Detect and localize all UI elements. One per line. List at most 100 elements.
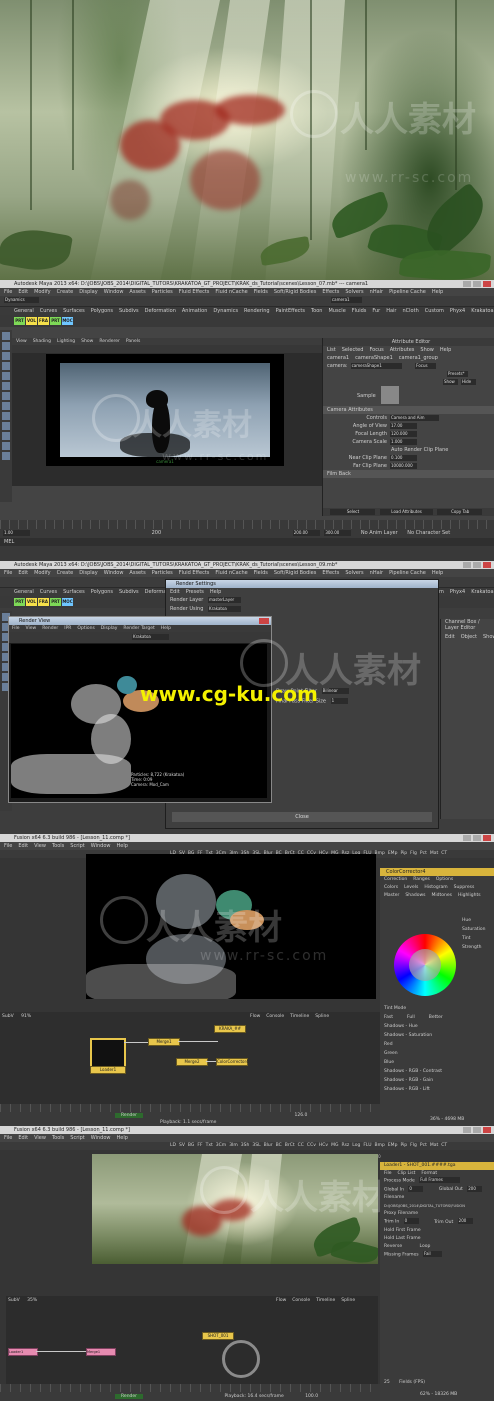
menu-item-soft-rigid-bodies[interactable]: Soft/Rigid Bodies: [274, 570, 316, 576]
menu-item-solvers[interactable]: Solvers: [345, 289, 363, 295]
tool-tab-correction[interactable]: Correction: [384, 877, 407, 882]
flow-tab-flow[interactable]: Flow: [250, 1014, 260, 1019]
subview-label[interactable]: SubV: [8, 1298, 20, 1303]
channel-tab-shadows[interactable]: Shadows: [405, 893, 425, 898]
control-shadows-rgb-gain[interactable]: Shadows - RGB - Gain: [384, 1076, 484, 1085]
tool-button-3cm[interactable]: 3Cm: [216, 1143, 226, 1148]
tool-button-blur[interactable]: Blur: [264, 1143, 273, 1148]
attr-tab-camera1[interactable]: camera1: [327, 355, 349, 361]
node-kraka[interactable]: KRAKA_##: [214, 1025, 246, 1033]
tool-button-pip[interactable]: Pip: [400, 1143, 407, 1148]
flow-view[interactable]: Flow Console Timeline Spline SubV 91% KRAKA…: [0, 1012, 380, 1104]
hide-button[interactable]: Hide: [461, 378, 476, 385]
attr-tab-camerashape1[interactable]: cameraShape1: [355, 355, 393, 361]
menu-item-window[interactable]: Window: [91, 843, 111, 849]
focal-field[interactable]: 120.000: [390, 430, 417, 437]
shelf-tab-subdivs[interactable]: Subdivs: [119, 308, 139, 314]
tool-button-rsz[interactable]: Rsz: [341, 1143, 349, 1148]
flow-view[interactable]: SubV 35% Flow Console Timeline Spline SHOT_…: [6, 1296, 378, 1384]
layout-outliner-icon[interactable]: [2, 432, 10, 440]
channel-tab-highlights[interactable]: Highlights: [458, 893, 481, 898]
flow-tab-console[interactable]: Console: [292, 1298, 310, 1303]
menu-item-file[interactable]: File: [4, 843, 12, 849]
menu-item-pipeline-cache[interactable]: Pipeline Cache: [389, 289, 426, 295]
panel-menu-item-renderer[interactable]: Renderer: [99, 339, 120, 344]
menu-item-script[interactable]: Script: [70, 843, 85, 849]
shelf-tab-painteffects[interactable]: PaintEffects: [276, 308, 305, 314]
close-button[interactable]: [483, 562, 491, 568]
sub-tab-suppress[interactable]: Suppress: [454, 885, 475, 890]
control-shadows-rgb-contrast[interactable]: Shadows - RGB - Contrast: [384, 1067, 484, 1076]
shelf-tab-fur[interactable]: Fur: [372, 308, 380, 314]
shelf-button-fra[interactable]: FRA: [38, 598, 49, 606]
tool-button-flg[interactable]: Flg: [410, 851, 417, 856]
tool-button-brct[interactable]: BrCt: [285, 1143, 295, 1148]
near-field[interactable]: 0.100: [390, 454, 417, 461]
channel-menu-item-show[interactable]: Show: [483, 634, 494, 640]
tool-button-3sl[interactable]: 3SL: [252, 1143, 260, 1148]
menu-item-view[interactable]: View: [34, 1135, 46, 1141]
tool-button-mg[interactable]: MG: [331, 1143, 338, 1148]
attr-menu-item-attributes[interactable]: Attributes: [390, 347, 415, 353]
shelf-button-vol[interactable]: VOL: [26, 598, 37, 606]
render-view-menu-item-options[interactable]: Options: [77, 626, 94, 631]
shelf-button-moc[interactable]: MOC: [62, 598, 73, 606]
subview-label[interactable]: SubV: [2, 1014, 14, 1019]
control-red[interactable]: Red: [384, 1040, 484, 1049]
shelf-button-prt[interactable]: PRT: [50, 317, 61, 325]
lasso-tool-icon[interactable]: [2, 342, 10, 350]
tool-button-log[interactable]: Log: [352, 1143, 360, 1148]
render-using-dropdown[interactable]: Krakatoa: [207, 605, 241, 612]
menu-item-nhair[interactable]: nHair: [370, 289, 383, 295]
channel-tab-master[interactable]: Master: [384, 893, 399, 898]
menu-item-help[interactable]: Help: [117, 1135, 128, 1141]
menu-item-particles[interactable]: Particles: [152, 570, 173, 576]
tool-button-ct[interactable]: CT: [441, 851, 447, 856]
range-a-field[interactable]: 200.00: [292, 529, 320, 536]
render-view-menu-item-display[interactable]: Display: [101, 626, 118, 631]
tool-button-mat[interactable]: Mat: [430, 1143, 438, 1148]
menu-item-modify[interactable]: Modify: [34, 570, 51, 576]
menu-item-edit[interactable]: Edit: [18, 843, 28, 849]
select-tool-icon[interactable]: [2, 332, 10, 340]
select-button[interactable]: Select: [330, 508, 375, 515]
render-canvas[interactable]: Particles: 8,722 (Krakatoa) Time: 0:09 Cam…: [11, 644, 267, 798]
layout-single-icon[interactable]: [2, 402, 10, 410]
menu-item-edit[interactable]: Edit: [18, 570, 28, 576]
menu-item-edit[interactable]: Edit: [18, 1135, 28, 1141]
tool-button-sv[interactable]: SV: [179, 1143, 185, 1148]
minimize-button[interactable]: [463, 835, 471, 841]
maximize-button[interactable]: [473, 1127, 481, 1133]
minimize-button[interactable]: [463, 562, 471, 568]
tool-header[interactable]: Loader1 - SHOT_001.####.tga: [380, 1162, 494, 1170]
close-button[interactable]: [483, 281, 491, 287]
time-slider[interactable]: 1.00 200 200.00 300.00 No Anim Layer No …: [0, 520, 494, 561]
shelf-tab-ncloth[interactable]: nCloth: [403, 308, 419, 314]
attr-menu-item-show[interactable]: Show: [420, 347, 434, 353]
tool-button-emp[interactable]: EMp: [388, 851, 398, 856]
tool-button-bc[interactable]: BC: [276, 1143, 282, 1148]
process-mode-dropdown[interactable]: Full Frames: [419, 1177, 461, 1183]
format-tab-file[interactable]: File: [384, 1171, 392, 1176]
menu-item-view[interactable]: View: [34, 843, 46, 849]
close-button[interactable]: [483, 835, 491, 841]
minimize-button[interactable]: [463, 1127, 471, 1133]
move-tool-icon[interactable]: [2, 362, 10, 370]
menu-item-help[interactable]: Help: [432, 289, 443, 295]
attr-menu-item-selected[interactable]: Selected: [342, 347, 364, 353]
render-view-menu-item-render-target[interactable]: Render Target: [123, 626, 154, 631]
tool-button-cc[interactable]: CC: [298, 1143, 304, 1148]
tool-button-3sh[interactable]: 3Sh: [241, 1143, 250, 1148]
current-frame[interactable]: 126.0: [294, 1113, 307, 1118]
flow-tab-flow[interactable]: Flow: [276, 1298, 286, 1303]
menu-item-particles[interactable]: Particles: [152, 289, 173, 295]
tool-button-ff[interactable]: FF: [197, 1143, 202, 1148]
shelf-tab-curves[interactable]: Curves: [40, 589, 57, 595]
menu-item-create[interactable]: Create: [57, 289, 74, 295]
trim-in-field[interactable]: 0: [403, 1218, 419, 1224]
control-shadows-saturation[interactable]: Shadows - Saturation: [384, 1031, 484, 1040]
shelf-tab-curves[interactable]: Curves: [40, 308, 57, 314]
menu-item-help[interactable]: Help: [117, 843, 128, 849]
zoom-label[interactable]: 91%: [21, 1014, 31, 1019]
tool-tab-ranges[interactable]: Ranges: [413, 877, 430, 882]
